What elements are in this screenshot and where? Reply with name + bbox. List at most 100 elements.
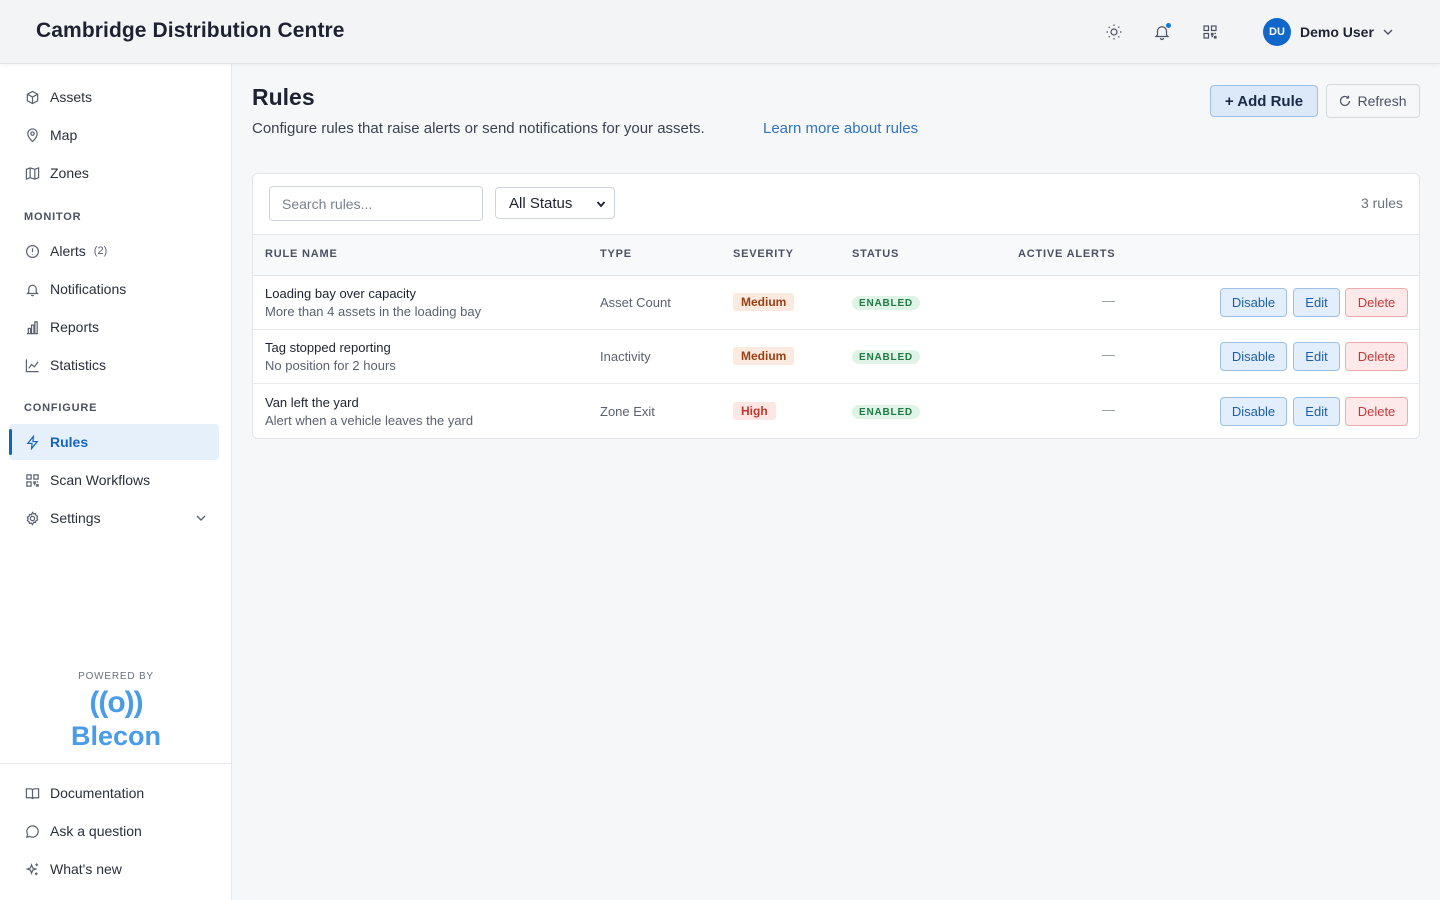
rule-type: Zone Exit	[600, 404, 655, 419]
column-header-type: TYPE	[600, 248, 632, 260]
blecon-logo-icon: ((o))	[89, 686, 143, 719]
alert-circle-icon	[24, 243, 40, 259]
severity-badge: High	[733, 402, 776, 420]
sidebar-item-label: Statistics	[50, 357, 107, 373]
sidebar-item-label: What's new	[50, 861, 122, 877]
sidebar-item-settings[interactable]: Settings	[9, 500, 219, 536]
theme-toggle-sun-icon[interactable]	[1102, 20, 1126, 44]
disable-button[interactable]: Disable	[1220, 288, 1287, 317]
top-header: Cambridge Distribution Centre DU Demo Us…	[0, 0, 1440, 64]
edit-button[interactable]: Edit	[1293, 288, 1340, 317]
rules-card: All Status 3 rules RULE NAME TYPE SEVERI…	[252, 173, 1420, 439]
severity-badge: Medium	[733, 347, 795, 365]
column-header-status: STATUS	[852, 248, 900, 260]
brand-name: Blecon	[70, 721, 162, 751]
user-name: Demo User	[1300, 24, 1374, 40]
sidebar-item-alerts[interactable]: Alerts (2)	[9, 233, 219, 269]
refresh-button[interactable]: Refresh	[1326, 84, 1420, 118]
status-filter-select[interactable]: All Status	[495, 187, 615, 219]
box-icon	[24, 89, 40, 105]
column-header-rule-name: RULE NAME	[265, 248, 338, 260]
delete-button[interactable]: Delete	[1345, 342, 1408, 371]
sidebar-divider	[0, 763, 231, 764]
sidebar-item-documentation[interactable]: Documentation	[9, 775, 219, 811]
table-row: Tag stopped reporting No position for 2 …	[253, 330, 1419, 384]
sidebar-item-rules[interactable]: Rules	[9, 424, 219, 460]
add-rule-button[interactable]: + Add Rule	[1210, 85, 1318, 117]
sidebar-item-label: Assets	[50, 89, 93, 105]
delete-button[interactable]: Delete	[1345, 288, 1408, 317]
sidebar-item-scan-workflows[interactable]: Scan Workflows	[9, 462, 219, 498]
rule-name: Van left the yard	[265, 395, 359, 410]
rule-count: 3 rules	[1360, 195, 1403, 211]
column-header-severity: SEVERITY	[733, 248, 794, 260]
sidebar-item-notifications[interactable]: Notifications	[9, 271, 219, 307]
sidebar-item-assets[interactable]: Assets	[9, 79, 219, 115]
book-icon	[24, 785, 40, 801]
powered-by-label: POWERED BY	[78, 671, 154, 682]
qr-code-icon	[24, 472, 40, 488]
active-alerts-value: —	[1102, 347, 1115, 362]
rule-type: Asset Count	[600, 295, 671, 310]
rule-name: Loading bay over capacity	[265, 286, 417, 301]
notifications-bell-icon[interactable]	[1150, 20, 1174, 44]
severity-badge: Medium	[733, 293, 795, 311]
sidebar-item-ask-question[interactable]: Ask a question	[9, 813, 219, 849]
sidebar-item-label: Alerts	[50, 243, 86, 259]
status-badge: ENABLED	[852, 350, 920, 364]
gear-icon	[24, 510, 40, 526]
lightning-icon	[24, 434, 40, 450]
sidebar-item-zones[interactable]: Zones	[9, 155, 219, 191]
delete-button[interactable]: Delete	[1345, 397, 1408, 426]
sparkle-icon	[24, 861, 40, 877]
table-row: Loading bay over capacity More than 4 as…	[253, 276, 1419, 330]
avatar: DU	[1263, 18, 1291, 46]
disable-button[interactable]: Disable	[1220, 342, 1287, 371]
page-description: Configure rules that raise alerts or sen…	[252, 120, 705, 137]
status-badge: ENABLED	[852, 405, 920, 419]
rule-description: No position for 2 hours	[265, 358, 396, 373]
qr-scan-icon[interactable]	[1198, 20, 1222, 44]
notification-dot	[1166, 23, 1171, 28]
edit-button[interactable]: Edit	[1293, 342, 1340, 371]
sidebar: Assets Map Zones MONITOR Alerts (2) Noti…	[0, 64, 232, 900]
search-input[interactable]	[269, 186, 483, 221]
chevron-down-icon	[1383, 29, 1393, 35]
site-title: Cambridge Distribution Centre	[36, 19, 345, 42]
active-alerts-value: —	[1102, 402, 1115, 417]
rule-type: Inactivity	[600, 349, 651, 364]
edit-button[interactable]: Edit	[1293, 397, 1340, 426]
rule-description: More than 4 assets in the loading bay	[265, 304, 482, 319]
sidebar-item-reports[interactable]: Reports	[9, 309, 219, 345]
section-label-monitor: MONITOR	[24, 211, 82, 223]
sidebar-item-map[interactable]: Map	[9, 117, 219, 153]
status-badge: ENABLED	[852, 296, 920, 310]
alerts-count-badge: (2)	[93, 245, 108, 257]
disable-button[interactable]: Disable	[1220, 397, 1287, 426]
sidebar-item-label: Scan Workflows	[50, 472, 151, 488]
chevron-down-icon	[196, 515, 206, 521]
sidebar-item-label: Zones	[50, 165, 89, 181]
page-title: Rules	[252, 84, 315, 110]
map-pin-icon	[24, 127, 40, 143]
refresh-label: Refresh	[1357, 93, 1407, 109]
column-header-active-alerts: ACTIVE ALERTS	[1018, 248, 1116, 260]
sidebar-item-label: Map	[50, 127, 78, 143]
sidebar-item-label: Reports	[50, 319, 100, 335]
chat-bubble-icon	[24, 823, 40, 839]
sidebar-item-label: Documentation	[50, 785, 145, 801]
sidebar-item-label: Ask a question	[50, 823, 142, 839]
rule-description: Alert when a vehicle leaves the yard	[265, 413, 474, 428]
map-icon	[24, 165, 40, 181]
sidebar-item-statistics[interactable]: Statistics	[9, 347, 219, 383]
learn-more-link[interactable]: Learn more about rules	[763, 120, 918, 137]
status-filter-value: All Status	[509, 194, 573, 212]
sidebar-item-label: Settings	[50, 510, 101, 526]
chevron-down-icon	[596, 201, 606, 208]
user-menu[interactable]: DU Demo User	[1263, 18, 1394, 46]
line-chart-icon	[24, 357, 40, 373]
sidebar-item-whats-new[interactable]: What's new	[9, 851, 219, 887]
sidebar-item-label: Notifications	[50, 281, 127, 297]
table-row: Van left the yard Alert when a vehicle l…	[253, 385, 1419, 438]
active-alerts-value: —	[1102, 293, 1115, 308]
